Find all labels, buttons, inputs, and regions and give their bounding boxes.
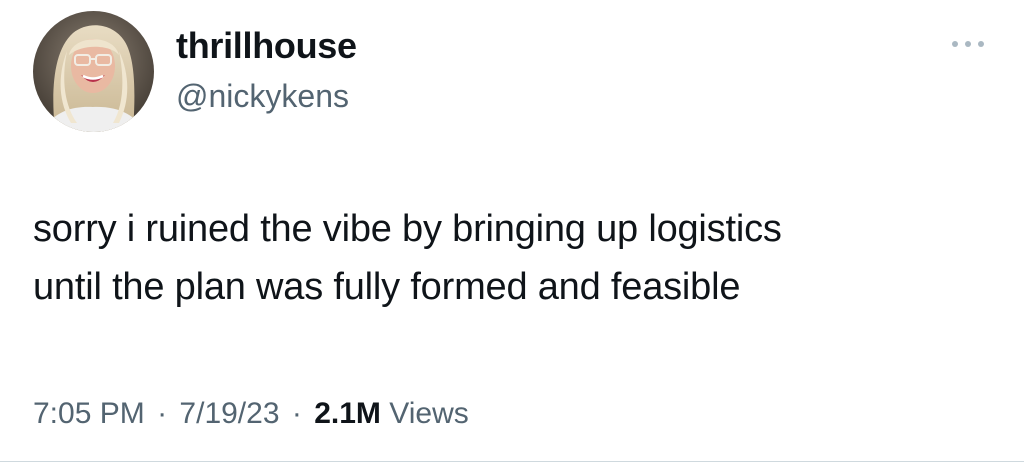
tweet-card: thrillhouse @nickykens sorry i ruined th… bbox=[0, 0, 1024, 467]
tweet-text: sorry i ruined the vibe by bringing up l… bbox=[33, 200, 993, 316]
meta-separator: · bbox=[157, 397, 168, 430]
tweet-time[interactable]: 7:05 PM bbox=[33, 397, 145, 430]
views-label: Views bbox=[389, 397, 469, 430]
more-horizontal-icon[interactable] bbox=[946, 34, 990, 54]
avatar[interactable] bbox=[33, 11, 154, 132]
meta-separator: · bbox=[291, 397, 302, 430]
avatar-photo-image bbox=[33, 11, 154, 132]
tweet-text-line: until the plan was fully formed and feas… bbox=[33, 266, 741, 308]
tweet-date[interactable]: 7/19/23 bbox=[179, 397, 279, 430]
divider bbox=[0, 461, 1024, 462]
tweet-meta: 7:05 PM · 7/19/23 · 2.1M Views bbox=[33, 394, 469, 434]
tweet-text-line: sorry i ruined the vibe by bringing up l… bbox=[33, 208, 782, 250]
author-display-name[interactable]: thrillhouse bbox=[176, 24, 357, 68]
author-handle[interactable]: @nickykens bbox=[176, 76, 349, 116]
views-count[interactable]: 2.1M bbox=[314, 397, 381, 430]
